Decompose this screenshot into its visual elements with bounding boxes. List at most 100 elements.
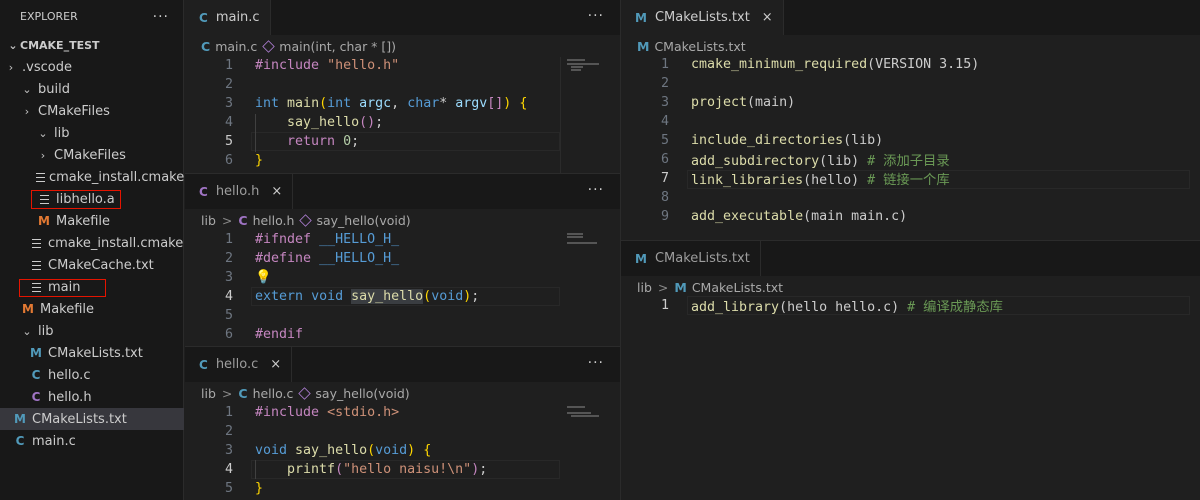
tree-item[interactable]: › CMakeFiles [0,100,184,122]
code-line[interactable]: 3 void say_hello(void) { [185,441,431,460]
tab-main-c[interactable]: C main.c [185,0,271,35]
tree-item[interactable]: ⌄ lib [0,122,184,144]
c-file-icon: C [199,10,208,25]
tree-item[interactable]: cmake_install.cmake [0,166,184,188]
breadcrumb-symbol[interactable]: say_hello(void) [315,386,409,401]
close-icon[interactable]: × [270,357,281,372]
file-lines-icon [28,260,44,270]
tree-item-label: CMakeFiles [54,147,126,163]
highlight-box [19,279,106,297]
breadcrumb-symbol[interactable]: say_hello(void) [316,213,410,228]
tree-item-label: Makefile [56,213,111,229]
code-line[interactable]: 2 #define __HELLO_H_ [185,249,399,268]
tree-item-label: CMakeLists.txt [48,345,143,361]
more-actions-button[interactable]: ··· [588,182,604,198]
breadcrumb-symbol[interactable]: main(int, char * []) [279,39,396,54]
minimap[interactable] [559,404,619,500]
breadcrumb-dir[interactable]: lib [201,386,216,401]
code-line[interactable]: 5 include_directories(lib) [621,131,883,150]
code-line[interactable]: 3 int main(int argc, char* argv[]) { [185,94,527,113]
code-line[interactable]: 9 add_executable(main main.c) [621,207,907,226]
tree-item[interactable]: M Makefile [0,298,184,320]
tree-item-label: CMakeFiles [38,103,110,119]
tab-hello-c[interactable]: C hello.c × [185,347,293,382]
breadcrumb-file[interactable]: hello.c [253,386,294,401]
tree-item[interactable]: Cmain.c [0,430,184,452]
code-line[interactable]: 4 say_hello(); [185,113,383,132]
editor-pane-main-c: C main.c ··· C main.c main(int, char * [… [185,0,620,173]
tree-item-label: Makefile [40,301,95,317]
makefile-icon: M [22,302,34,316]
tree-item[interactable]: M CMakeLists.txt [0,408,184,430]
code-line[interactable]: 3 project(main) [621,93,795,112]
code-line[interactable]: 2 [185,75,233,94]
tab-label: CMakeLists.txt [654,10,750,25]
h-file-icon: C [199,184,208,199]
code-line[interactable]: 5} [185,479,263,498]
code-line[interactable]: 1 #include "hello.h" [185,56,399,75]
tab-cmakelists-lib[interactable]: M CMakeLists.txt [621,241,761,276]
code-line[interactable]: 8 [621,188,669,207]
tree-item[interactable]: Chello.h [0,386,184,408]
code-line[interactable]: 4 [621,112,669,131]
code-line[interactable]: 1 cmake_minimum_required(VERSION 3.15) [621,55,979,74]
breadcrumb-dir[interactable]: lib [637,280,652,295]
tree-item[interactable]: M CMakeLists.txt [0,342,184,364]
c-file-icon: C [15,434,25,448]
code-line[interactable]: 6 add_subdirectory(lib) # 添加子目录 [621,150,950,169]
tab-bar: C hello.c × ··· [185,347,620,382]
tree-item[interactable]: › .vscode [0,56,184,78]
tree-item[interactable]: cmake_install.cmake [0,232,184,254]
tab-label: hello.h [215,184,260,199]
more-actions-button[interactable]: ··· [588,355,604,371]
explorer-more-button[interactable]: ··· [153,9,169,25]
code-line[interactable]: 4 extern void say_hello(void); [185,287,479,306]
code-line[interactable]: 2 [185,422,233,441]
lightbulb-icon[interactable]: 💡 [255,270,272,285]
cmake-icon: M [30,346,42,360]
tree-item-label: lib [54,125,70,141]
breadcrumb-separator: > [221,385,233,401]
tree-item[interactable]: › CMakeFiles [0,144,184,166]
explorer-header: EXPLORER ··· [0,0,183,33]
breadcrumb-file[interactable]: CMakeLists.txt [654,39,745,54]
makefile-icon: M [38,214,50,228]
tree-item[interactable]: M Makefile [0,210,184,232]
minimap[interactable] [559,231,619,346]
tree-item-label: .vscode [22,59,72,75]
code-line[interactable]: 6 #endif [185,325,303,344]
tree-root-folder[interactable]: ⌄ CMAKE_TEST [0,34,184,56]
tree-item-label: hello.h [48,389,92,405]
c-file-icon: C [199,357,208,372]
code-line[interactable]: 4 printf("hello naisu!\n"); [185,460,487,479]
breadcrumb-file[interactable]: main.c [215,39,257,54]
tree-item[interactable]: Chello.c [0,364,184,386]
minimap[interactable] [559,57,619,173]
code-line[interactable]: 1 #include <stdio.h> [185,403,399,422]
tree-item[interactable]: ⌄ lib [0,320,184,342]
tree-item[interactable]: CMakeCache.txt [0,254,184,276]
tree-item-label: cmake_install.cmake [48,235,184,251]
code-line[interactable]: 1 #ifndef __HELLO_H_ [185,230,399,249]
code-line[interactable]: 6} [185,151,263,170]
tab-hello-h[interactable]: C hello.h × [185,174,294,209]
code-line[interactable]: 1 add_library(hello hello.c) # 编译成静态库 [621,296,1003,315]
code-line[interactable]: 3 💡 [185,268,272,287]
method-icon [298,386,312,400]
code-line[interactable]: 5 [185,306,233,325]
breadcrumb-file[interactable]: hello.h [253,213,295,228]
tab-cmakelists-root[interactable]: M CMakeLists.txt × [621,0,784,35]
code-line[interactable]: 2 [621,74,669,93]
method-icon [262,39,275,53]
more-actions-button[interactable]: ··· [588,8,604,24]
tree-item-label: build [38,81,70,97]
breadcrumb-file[interactable]: CMakeLists.txt [692,280,783,295]
code-line[interactable]: 5 return 0; [185,132,359,151]
method-icon [299,213,313,227]
close-icon[interactable]: × [271,184,282,199]
code-line[interactable]: 7 link_libraries(hello) # 链接一个库 [621,169,950,188]
highlight-box [31,190,121,209]
tree-item[interactable]: ⌄ build [0,78,184,100]
breadcrumb-dir[interactable]: lib [201,213,216,228]
close-icon[interactable]: × [762,10,773,25]
